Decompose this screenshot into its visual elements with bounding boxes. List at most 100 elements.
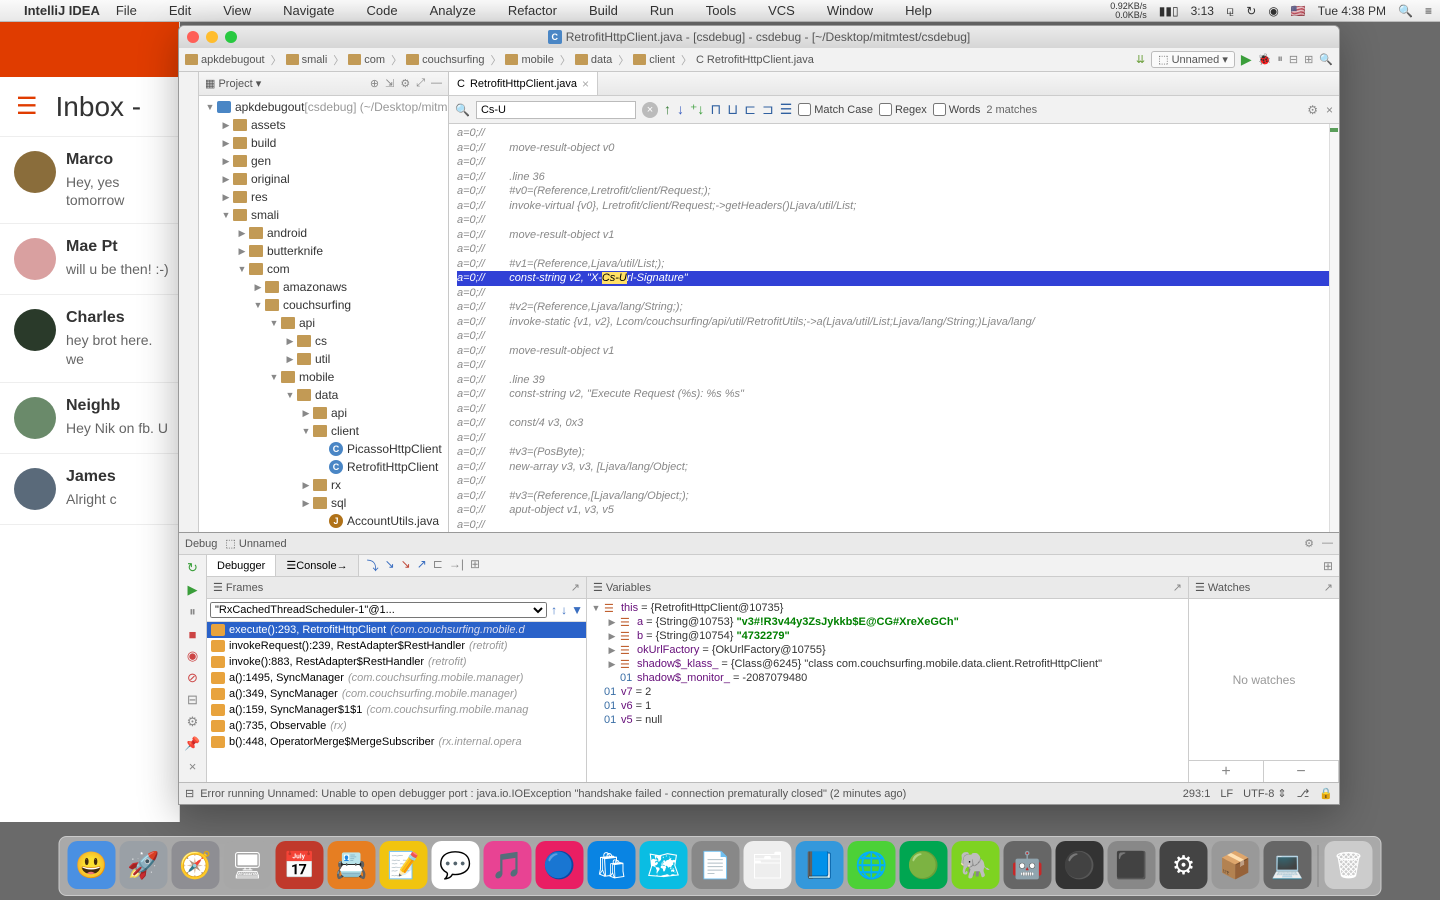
inbox-message[interactable]: Mae Ptwill u be then! :-) [0,224,179,295]
panel-menu-icon[interactable]: ↗ [1173,581,1182,594]
menu-tools[interactable]: Tools [706,3,736,18]
dock-app-icon[interactable]: 🛍 [588,841,636,889]
menu-refactor[interactable]: Refactor [508,3,557,18]
app-name[interactable]: IntelliJ IDEA [24,3,100,18]
sync-icon[interactable]: ⇊ [1136,53,1145,66]
hamburger-icon[interactable]: ☰ [16,92,38,121]
tree-node[interactable]: ▼smali [199,206,448,224]
menu-analyze[interactable]: Analyze [430,3,476,18]
project-tree[interactable]: ▼apkdebugout [csdebug] (~/Desktop/mitm ▶a… [199,96,448,532]
dock-app-icon[interactable]: 📄 [692,841,740,889]
scroll-from-source-icon[interactable]: ⊕ [370,77,379,90]
next-match-icon[interactable]: ↓ [677,101,684,118]
toolbar-icon[interactable]: ⊟ [1289,53,1298,66]
tree-node[interactable]: ▶android [199,224,448,242]
variable-row[interactable]: 01v6 = 1 [589,699,1186,713]
window-titlebar[interactable]: CRetrofitHttpClient.java - [csdebug] - c… [179,26,1339,48]
stack-frame[interactable]: b():448, OperatorMerge$MergeSubscriber (… [207,734,586,750]
stop-button[interactable]: ⏸ [1277,53,1283,66]
variable-row[interactable]: ▶☰b = {String@10754} "4732279" [589,629,1186,643]
breadcrumb[interactable]: apkdebugout [185,52,282,68]
prev-match-icon[interactable]: ↑ [664,101,671,118]
step-into-icon[interactable]: ↘ [385,557,395,574]
gear-icon[interactable]: ⚙ [400,77,410,90]
dock-app-icon[interactable]: 🟢 [900,841,948,889]
force-step-into-icon[interactable]: ↘ [401,557,411,574]
tree-node[interactable]: ▼couchsurfing [199,296,448,314]
dock-app-icon[interactable]: 💬 [432,841,480,889]
editor[interactable]: a=0;//a=0;// move-result-object v0a=0;//… [449,124,1339,532]
spotlight-icon[interactable]: 🔍 [1398,4,1413,18]
tree-node[interactable]: ▶build [199,134,448,152]
tree-node[interactable]: ▼client [199,422,448,440]
breadcrumb[interactable]: com [348,52,402,68]
dock-app-icon[interactable]: 🎵 [484,841,532,889]
tree-node[interactable]: JAccountUtils.java [199,512,448,530]
words-checkbox[interactable]: Words [933,103,981,116]
dock-app-icon[interactable]: 🖥 [224,841,272,889]
dock-app-icon[interactable]: 🤖 [1004,841,1052,889]
thread-selector[interactable]: "RxCachedThreadScheduler-1"@1... [210,602,547,618]
menu-edit[interactable]: Edit [169,3,191,18]
menu-code[interactable]: Code [366,3,397,18]
inbox-message[interactable]: JamesAlright c [0,454,179,525]
notification-center-icon[interactable]: ≡ [1425,4,1432,18]
stack-frame[interactable]: invokeRequest():239, RestAdapter$RestHan… [207,638,586,654]
variable-row[interactable]: ▶☰shadow$_klass_ = {Class@6245} "class c… [589,657,1186,671]
close-button[interactable]: × [184,757,202,775]
stack-frame[interactable]: a():735, Observable (rx) [207,718,586,734]
stack-frame[interactable]: a():159, SyncManager$1$1 (com.couchsurfi… [207,702,586,718]
dock-app-icon[interactable]: 😃 [68,841,116,889]
panel-menu-icon[interactable]: ↗ [1324,581,1333,594]
close-tab-icon[interactable]: × [582,77,589,91]
run-config-selector[interactable]: ⬚ Unnamed ▾ [1151,51,1235,68]
bluetooth-icon[interactable]: ⚼ [1226,3,1234,18]
mute-breakpoints-button[interactable]: ⊘ [184,669,202,687]
dock-app-icon[interactable]: ⬛ [1108,841,1156,889]
error-stripe[interactable] [1329,124,1339,532]
tree-node[interactable]: ▶sql [199,494,448,512]
debugger-tab[interactable]: Debugger [207,555,276,576]
tree-node[interactable]: CPicassoHttpClient [199,440,448,458]
dock-app-icon[interactable]: 🌐 [848,841,896,889]
caret-position[interactable]: 293:1 [1183,788,1211,800]
remove-watch-button[interactable]: − [1264,761,1339,782]
step-over-icon[interactable]: ⤵ [367,557,379,574]
resume-button[interactable]: ▶ [184,581,202,599]
regex-checkbox[interactable]: Regex [879,103,927,116]
hide-icon[interactable]: — [431,77,442,90]
variable-row[interactable]: ▼☰this = {RetrofitHttpClient@10735} [589,601,1186,615]
dock-app-icon[interactable]: 📝 [380,841,428,889]
collapse-all-icon[interactable]: ⇲ [385,77,394,90]
menu-help[interactable]: Help [905,3,932,18]
stack-frame[interactable]: invoke():883, RestAdapter$RestHandler (r… [207,654,586,670]
breadcrumb[interactable]: couchsurfing [406,52,501,68]
line-separator[interactable]: LF [1220,788,1233,800]
prev-frame-icon[interactable]: ↑ [551,603,557,617]
window-minimize-button[interactable] [206,31,218,43]
breadcrumb[interactable]: data [575,52,629,68]
close-find-icon[interactable]: × [1326,103,1333,117]
evaluate-icon[interactable]: ⊞ [470,557,480,574]
breadcrumb[interactable]: C RetrofitHttpClient.java [696,54,820,66]
dock-app-icon[interactable]: ⚫ [1056,841,1104,889]
tree-node[interactable]: ▼apkdebugout [csdebug] (~/Desktop/mitm [199,98,448,116]
stack-frame[interactable]: execute():293, RetrofitHttpClient (com.c… [207,622,586,638]
dock-app-icon[interactable]: 📇 [328,841,376,889]
filter-icon[interactable]: ▼ [571,603,583,617]
variable-row[interactable]: 01v7 = 2 [589,685,1186,699]
run-to-cursor-icon[interactable]: →| [449,557,464,574]
dock-trash-icon[interactable]: 🗑 [1325,841,1373,889]
tree-node[interactable]: ▶gen [199,152,448,170]
pin-button[interactable]: 📌 [184,735,202,753]
dock-app-icon[interactable]: 🔵 [536,841,584,889]
find-toolbar-icon[interactable]: ⊐ [762,101,774,118]
battery-icon[interactable]: ▮▮▯ [1159,4,1179,18]
status-icon[interactable]: ⊟ [185,787,194,800]
menu-view[interactable]: View [223,3,251,18]
breadcrumb[interactable]: mobile [505,52,570,68]
find-toolbar-icon[interactable]: ⊔ [727,101,738,118]
macos-dock[interactable]: 😃🚀🧭🖥📅📇📝💬🎵🔵🛍🗺📄🗂📘🌐🟢🐘🤖⚫⬛⚙📦💻 🗑 [59,836,1382,896]
match-case-checkbox[interactable]: Match Case [798,103,873,116]
editor-tab[interactable]: CRetrofitHttpClient.java× [449,72,598,95]
